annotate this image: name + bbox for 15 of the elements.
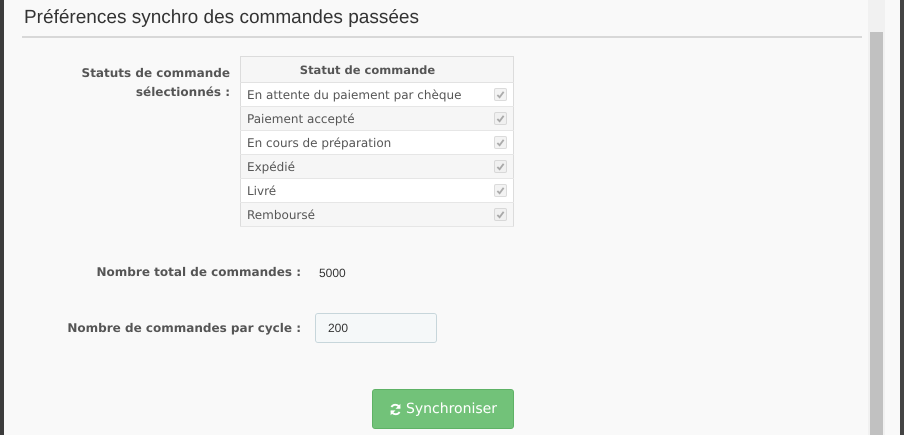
table-cell: En cours de préparation (240, 130, 485, 154)
table-cell: Livré (240, 178, 485, 202)
table-cell: Expédié (240, 154, 485, 178)
table-cell: Remboursé (240, 202, 485, 226)
field-label: Statuts de commande sélectionnés : (80, 65, 230, 101)
input-field[interactable]: 200 (315, 313, 437, 343)
field-label: Nombre total de commandes : (96, 264, 301, 281)
total-value: 5000 (319, 266, 346, 280)
table-cell: Paiement accepté (240, 106, 485, 130)
field-label: Nombre de commandes par cycle : (66, 320, 301, 337)
scrollbar[interactable] (870, 32, 883, 435)
section-title: Préférences synchro des commandes passées (22, 0, 862, 38)
refresh-icon (388, 402, 402, 416)
column-header: Statut de commande (240, 56, 514, 82)
table-cell: En attente du paiement par chèque (240, 82, 485, 106)
